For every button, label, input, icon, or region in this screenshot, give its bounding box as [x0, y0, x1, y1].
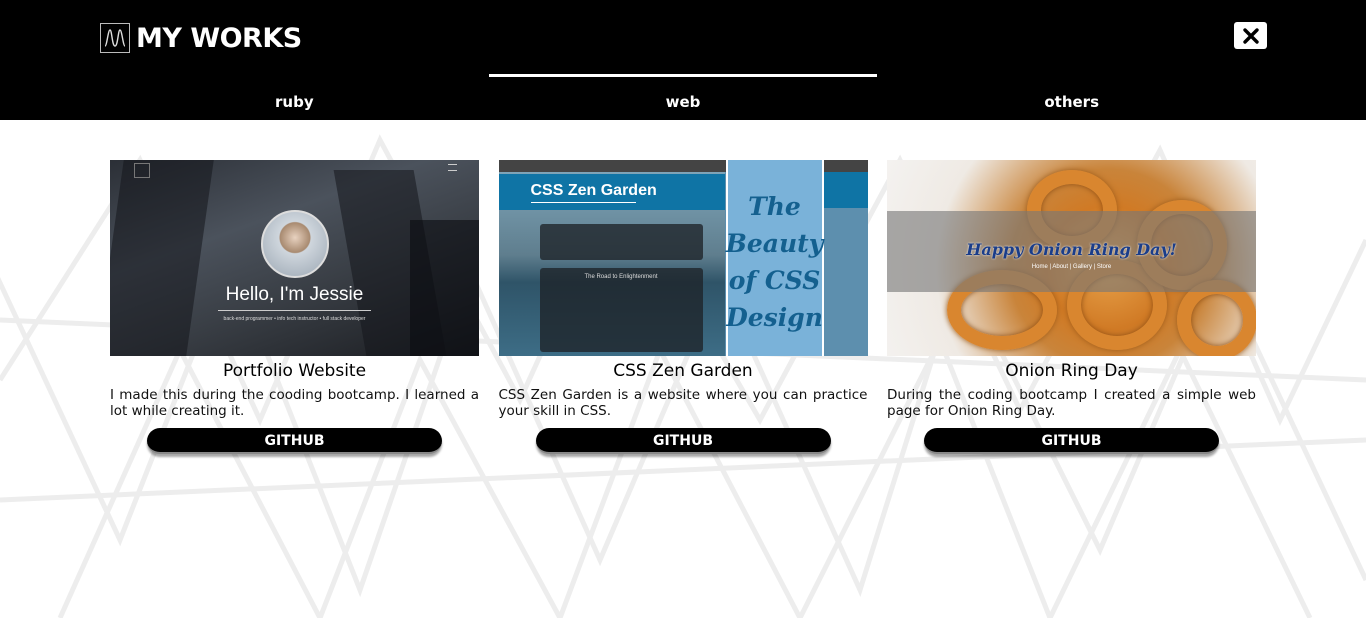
card-title: CSS Zen Garden	[613, 361, 753, 381]
github-button[interactable]: GITHUB	[147, 428, 442, 454]
thumb-box-title: The Road to Enlightenment	[584, 274, 658, 280]
mini-logo-icon	[134, 163, 150, 178]
waveform-logo-icon	[100, 23, 130, 53]
card-title: Portfolio Website	[222, 361, 367, 381]
github-button[interactable]: GITHUB	[924, 428, 1219, 454]
thumb-side-text: The Beauty of CSS Design	[725, 192, 824, 332]
close-icon	[1242, 27, 1259, 44]
thumb-heading: CSS Zen Garden	[530, 182, 657, 199]
zen-garden-thumbnail[interactable]: CSS Zen Garden The Road to Enlightenment…	[498, 160, 868, 356]
brand[interactable]: MY WORKS	[100, 22, 302, 54]
onion-ring-thumbnail[interactable]: Happy Onion Ring Day! Home | About | Gal…	[887, 160, 1256, 356]
project-card-portfolio: Hello, I'm Jessie back-end programmer • …	[110, 160, 479, 454]
card-description: CSS Zen Garden is a website where you ca…	[498, 387, 868, 419]
card-description: During the coding bootcamp I created a s…	[887, 387, 1256, 419]
avatar	[261, 210, 329, 278]
page-title: MY WORKS	[136, 22, 302, 54]
thumb-subtitle: back-end programmer • info tech instruct…	[223, 316, 366, 322]
github-button[interactable]: GITHUB	[535, 428, 831, 454]
card-title: Onion Ring Day	[1005, 361, 1138, 381]
project-card-zen-garden: CSS Zen Garden The Road to Enlightenment…	[498, 160, 868, 454]
thumb-heading: Happy Onion Ring Day!	[966, 240, 1177, 259]
thumb-nav: Home | About | Gallery | Store	[1031, 264, 1112, 270]
project-card-onion-ring: Happy Onion Ring Day! Home | About | Gal…	[887, 160, 1256, 454]
project-cards: Hello, I'm Jessie back-end programmer • …	[110, 160, 1256, 454]
close-button[interactable]	[1234, 22, 1267, 49]
tab-bar: ruby web others	[100, 74, 1266, 120]
tab-web[interactable]: web	[488, 74, 878, 120]
tab-others[interactable]: others	[877, 74, 1266, 120]
header: MY WORKS ruby web others	[0, 0, 1366, 120]
card-description: I made this during the cooding bootcamp.…	[110, 387, 479, 419]
tab-ruby[interactable]: ruby	[100, 74, 489, 120]
portfolio-thumbnail[interactable]: Hello, I'm Jessie back-end programmer • …	[110, 160, 479, 356]
hamburger-menu-icon	[448, 164, 457, 171]
thumb-heading: Hello, I'm Jessie	[225, 284, 364, 305]
